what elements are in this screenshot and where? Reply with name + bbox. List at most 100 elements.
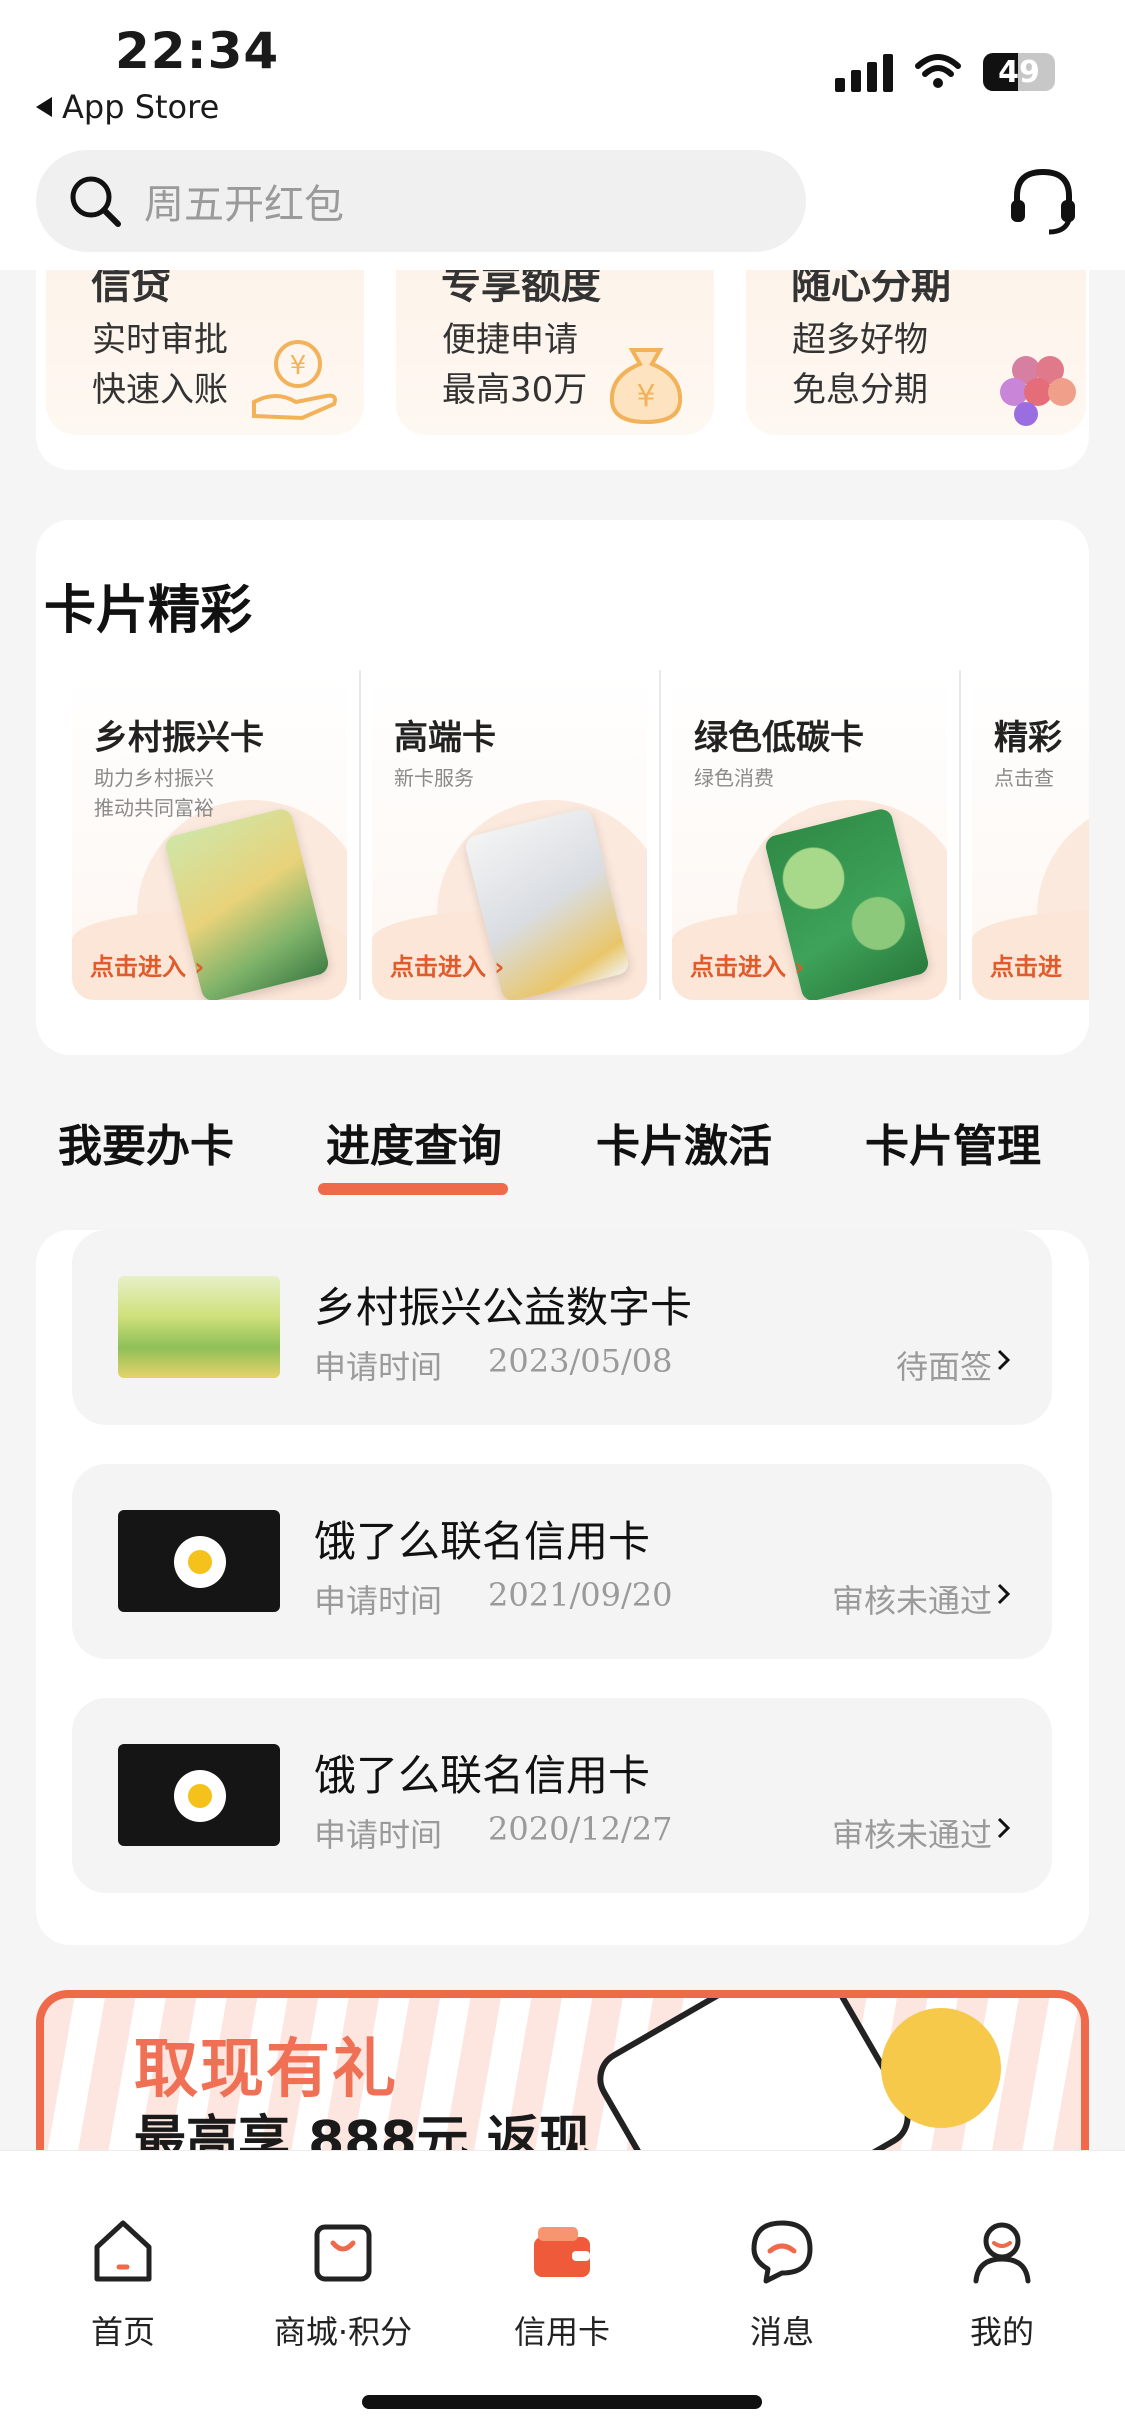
card-name: 饿了么联名信用卡 (314, 1751, 651, 1800)
card-subtitle: 新卡服务 (394, 766, 474, 790)
apply-time-label: 申请时间 (314, 1348, 443, 1386)
status-indicators: 49 (835, 52, 1055, 92)
progress-list: 乡村振兴公益数字卡 申请时间 2023/05/08 待面签 饿了么联名信用卡 申… (36, 1230, 1089, 1945)
customer-service-headset-icon[interactable] (1003, 160, 1083, 240)
promo-line1: 实时审批 (92, 320, 228, 360)
apply-date: 2023/05/08 (488, 1342, 673, 1380)
back-to-app-store[interactable]: App Store (36, 88, 219, 126)
apply-time-label: 申请时间 (314, 1816, 443, 1854)
phone-illustration (586, 1998, 922, 2150)
tab-card-activation[interactable]: 卡片激活 (596, 1110, 772, 1174)
nav-label: 消息 (749, 2313, 814, 2351)
status-time: 22:34 (115, 22, 280, 80)
promo-card-installment[interactable]: 随心分期 超多好物 免息分期 (746, 270, 1086, 435)
card-thumbnail (118, 1510, 280, 1612)
hand-coin-icon: ¥ (252, 340, 337, 421)
card-green-low-carbon[interactable]: 绿色低碳卡 绿色消费 点击进入 › (672, 670, 947, 1000)
card-title: 绿色低碳卡 (694, 718, 864, 758)
card-thumbnail (118, 1744, 280, 1846)
tab-apply-card[interactable]: 我要办卡 (58, 1110, 234, 1174)
credit-card-wallet-icon (534, 2227, 590, 2277)
promo-line1: 超多好物 (792, 320, 928, 360)
banner-title: 取现有礼 (134, 2033, 398, 2107)
tab-bar: 我要办卡 进度查询 卡片激活 卡片管理 (0, 1100, 1125, 1210)
card-subtitle: 助力乡村振兴 (94, 766, 214, 790)
promo-line2: 快速入账 (92, 370, 228, 410)
apply-date: 2021/09/20 (488, 1576, 673, 1614)
status-bar: 22:34 App Store 49 (0, 0, 1125, 140)
nav-credit-card[interactable]: 信用卡 (472, 2211, 652, 2353)
egg-yolk (188, 1784, 212, 1808)
profile-icon (973, 2222, 1031, 2284)
enter-label: 点击进 (990, 953, 1062, 981)
enter-label: 点击进入 (390, 953, 486, 981)
search-placeholder: 周五开红包 (144, 182, 344, 228)
promo-cut-title: 专享额度 (441, 270, 601, 308)
battery-icon: 49 (983, 53, 1055, 91)
enter-label: 点击进入 (90, 953, 186, 981)
cash-withdrawal-banner[interactable]: 取现有礼 最高享 888元 返现 (36, 1990, 1089, 2150)
promo-line2: 最高30万 (442, 370, 588, 410)
enter-link[interactable]: 点击进入 › (690, 947, 804, 982)
card-rural-revitalization[interactable]: 乡村振兴卡 助力乡村振兴 推动共同富裕 点击进入 › (72, 670, 347, 1000)
promo-cut-title: 随心分期 (791, 270, 951, 308)
active-tab-indicator (318, 1183, 508, 1195)
grapes-icon (1000, 356, 1076, 426)
wifi-icon (915, 54, 961, 88)
nav-label: 我的 (969, 2313, 1034, 2351)
back-app-label: App Store (62, 88, 220, 126)
card-featured[interactable]: 精彩 点击查 点击进 (972, 670, 1089, 1000)
card-premium[interactable]: 高端卡 新卡服务 点击进入 › (372, 670, 647, 1000)
promo-card-quota[interactable]: 专享额度 便捷申请 最高30万 ¥ (396, 270, 714, 435)
nav-home[interactable]: 首页 (33, 2211, 213, 2353)
list-item[interactable]: 饿了么联名信用卡 申请时间 2020/12/27 审核未通过 (72, 1698, 1052, 1893)
enter-link[interactable]: 点击进入 › (390, 947, 504, 982)
enter-link[interactable]: 点击进入 › (90, 947, 204, 982)
card-subtitle: 推动共同富裕 (94, 796, 214, 820)
promo-strip: 信贷 实时审批 快速入账 ¥ 专享额度 便捷申请 最高30万 ¥ 随心分期 超多… (36, 270, 1089, 470)
section-title: 卡片精彩 (44, 581, 253, 641)
card-highlights-section: 卡片精彩 乡村振兴卡 助力乡村振兴 推动共同富裕 点击进入 › 高端卡 新卡服务… (36, 520, 1089, 1055)
search-icon (70, 176, 121, 227)
card-subtitle: 绿色消费 (694, 766, 774, 790)
status-text: 审核未通过 (831, 1582, 992, 1620)
apply-time-label: 申请时间 (314, 1582, 443, 1620)
list-item[interactable]: 饿了么联名信用卡 申请时间 2021/09/20 审核未通过 (72, 1464, 1052, 1659)
nav-profile[interactable]: 我的 (912, 2211, 1092, 2353)
bottom-tab-bar: 首页 商城·积分 信用卡 消息 我的 (0, 2150, 1125, 2435)
divider (659, 670, 661, 1000)
chevron-right-icon (997, 1349, 1011, 1371)
cellular-signal-icon (835, 52, 893, 92)
back-arrow-icon (36, 97, 52, 117)
svg-text:¥: ¥ (290, 351, 307, 381)
home-indicator (362, 2395, 762, 2409)
nav-messages[interactable]: 消息 (692, 2211, 872, 2353)
card-name: 饿了么联名信用卡 (314, 1517, 651, 1566)
money-bag-icon: ¥ (609, 348, 683, 425)
status-text: 审核未通过 (831, 1816, 992, 1854)
divider (959, 670, 961, 1000)
svg-text:¥: ¥ (636, 379, 655, 414)
home-icon (94, 2220, 152, 2282)
card-title: 高端卡 (394, 718, 496, 758)
promo-card-loan[interactable]: 信贷 实时审批 快速入账 ¥ (46, 270, 364, 435)
tab-progress-query[interactable]: 进度查询 (326, 1110, 502, 1174)
card-title: 精彩 (994, 718, 1062, 758)
egg-yolk (188, 1550, 212, 1574)
tab-card-management[interactable]: 卡片管理 (865, 1110, 1041, 1174)
promo-line1: 便捷申请 (442, 320, 578, 360)
apply-date: 2020/12/27 (488, 1810, 673, 1848)
card-name: 乡村振兴公益数字卡 (314, 1283, 693, 1332)
list-item[interactable]: 乡村振兴公益数字卡 申请时间 2023/05/08 待面签 (72, 1230, 1052, 1425)
enter-link[interactable]: 点击进 (990, 947, 1062, 982)
search-input[interactable]: 周五开红包 (36, 150, 806, 252)
card-title: 乡村振兴卡 (94, 718, 264, 758)
promo-line2: 免息分期 (792, 370, 928, 410)
status-text: 待面签 (895, 1348, 992, 1386)
mascot-illustration (881, 2008, 1001, 2128)
card-thumbnail (118, 1276, 280, 1378)
chevron-right-icon (997, 1817, 1011, 1839)
shopping-bag-icon (314, 2224, 372, 2282)
nav-mall-points[interactable]: 商城·积分 (253, 2211, 433, 2353)
enter-label: 点击进入 (690, 953, 786, 981)
